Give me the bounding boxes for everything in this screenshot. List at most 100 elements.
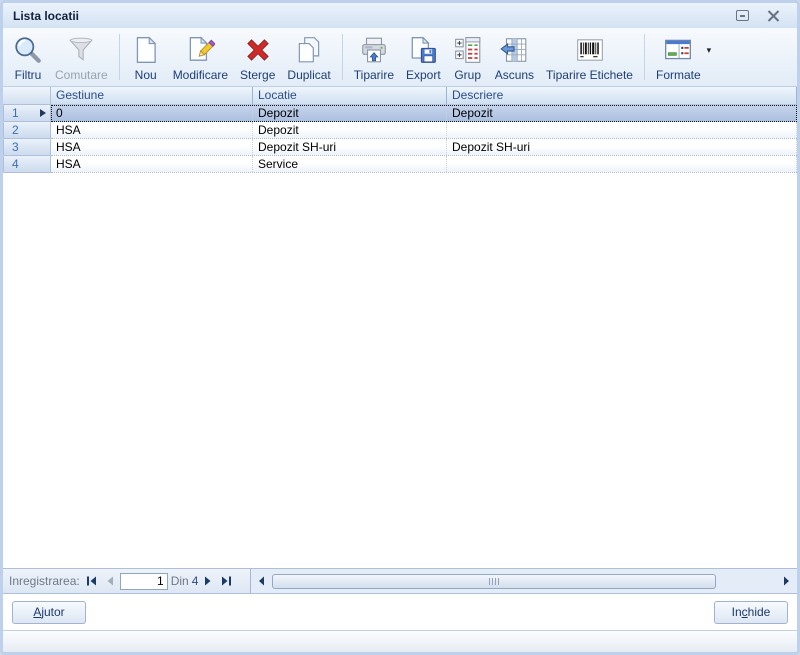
row-header[interactable]: 4 [3,156,51,173]
toolbar-button-ascuns[interactable]: Ascuns [489,30,540,85]
toolbar-button-nou[interactable]: Nou [125,30,167,85]
current-row-arrow-icon [40,109,46,117]
cell-gestiune[interactable]: HSA [51,122,253,138]
cell-gestiune[interactable]: HSA [51,139,253,155]
row-header[interactable]: 3 [3,139,51,156]
row-cells: HSADepozit [51,122,797,139]
first-record-icon [86,576,97,586]
column-header-gestiune[interactable]: Gestiune [51,87,253,105]
table-row[interactable]: 3HSADepozit SH-uriDepozit SH-uri [3,139,797,156]
toolbar-separator [342,34,343,80]
duplicate-pages-icon [294,34,324,66]
table-row[interactable]: 4 HSAService [3,156,797,173]
previous-record-button[interactable] [103,574,117,588]
column-header-locatie[interactable]: Locatie [253,87,447,105]
toolbar-button-export[interactable]: Export [400,30,447,85]
grid-empty-area [3,173,797,568]
toolbar-separator [644,34,645,80]
close-button[interactable] [766,9,781,22]
row-header[interactable]: 2 [3,122,51,139]
scroll-left-button[interactable] [254,574,269,588]
edit-document-icon [185,34,215,66]
hidden-columns-icon [499,34,529,66]
toolbar-button-formate[interactable]: Formate [650,30,707,85]
row-number: 4 [12,157,19,172]
scroll-left-icon [258,576,265,586]
funnel-icon [66,34,96,66]
toolbar-separator [119,34,120,80]
barcode-icon [575,34,605,66]
status-strip [3,631,797,652]
column-header-descriere[interactable]: Descriere [447,87,797,105]
group-rows-icon [453,34,483,66]
toolbar-button-label: Tiparire [354,68,394,82]
printer-icon [359,34,389,66]
magnifier-icon [13,34,43,66]
close-icon [767,10,780,22]
cell-gestiune[interactable]: HSA [51,156,253,172]
cell-locatie[interactable]: Service [253,156,447,172]
formats-panel-icon [663,34,693,66]
row-header[interactable]: 1 [3,105,51,122]
record-navigator-label: Inregistrarea: [9,574,80,588]
current-record-input[interactable] [120,573,168,590]
cell-descriere[interactable] [447,122,797,138]
row-cells: HSADepozit SH-uriDepozit SH-uri [51,139,797,156]
grid-header: GestiuneLocatieDescriere [3,87,797,105]
toolbar-button-label: Export [406,68,441,82]
toolbar-button-label: Sterge [240,68,275,82]
scroll-right-button[interactable] [779,574,794,588]
toolbar: Filtru Comutare Nou Modificare Sterge Duplica… [3,28,797,87]
toolbar-button-label: Comutare [55,68,108,82]
lista-locatii-window: Lista locatii Filtru Comutare Nou Modificar… [0,0,800,655]
next-record-icon [204,576,212,586]
toolbar-button-comutare[interactable]: Comutare [49,30,114,85]
titlebar: Lista locatii [3,3,797,28]
row-cells: 0DepozitDepozit [51,105,797,122]
record-navigator: Inregistrarea: Din 4 [3,569,251,593]
last-record-button[interactable] [218,574,235,588]
cell-locatie[interactable]: Depozit [253,122,447,138]
help-button[interactable]: Ajutor [12,601,86,624]
window-controls [735,9,787,22]
cell-descriere[interactable]: Depozit SH-uri [447,139,797,155]
cell-locatie[interactable]: Depozit [253,105,447,121]
record-count-of-label: Din [171,574,189,588]
cell-gestiune[interactable]: 0 [51,105,253,121]
scrollbar-track[interactable] [272,574,776,589]
grid-rows: 10DepozitDepozit2HSADepozit3HSADepozit S… [3,105,797,173]
toolbar-button-tiparire-etichete[interactable]: Tiparire Etichete [540,30,639,85]
next-record-button[interactable] [201,574,215,588]
row-number: 3 [12,140,19,155]
table-row[interactable]: 10DepozitDepozit [3,105,797,122]
toolbar-button-label: Ascuns [495,68,534,82]
cell-descriere[interactable] [447,156,797,172]
first-record-button[interactable] [83,574,100,588]
new-document-icon [131,34,161,66]
close-window-button[interactable]: Inchide [714,601,788,624]
cell-locatie[interactable]: Depozit SH-uri [253,139,447,155]
toolbar-button-label: Duplicat [287,68,330,82]
toolbar-button-sterge[interactable]: Sterge [234,30,281,85]
record-count-total: 4 [192,574,199,588]
toolbar-button-label: Grup [454,68,481,82]
toolbar-button-filtru[interactable]: Filtru [7,30,49,85]
toolbar-button-grup[interactable]: Grup [447,30,489,85]
toolbar-button-duplicat[interactable]: Duplicat [281,30,336,85]
horizontal-scrollbar [251,569,797,593]
locations-grid: GestiuneLocatieDescriere 10DepozitDepozi… [3,87,797,568]
toolbar-button-tiparire[interactable]: Tiparire [348,30,400,85]
toolbar-button-label: Formate [656,68,701,82]
toolbar-button-label: Modificare [173,68,228,82]
table-row[interactable]: 2 HSADepozit [3,122,797,139]
scrollbar-thumb[interactable] [272,574,716,589]
restore-button[interactable] [735,9,750,22]
cell-descriere[interactable]: Depozit [447,105,797,121]
last-record-icon [221,576,232,586]
toolbar-button-label: Filtru [15,68,42,82]
toolbar-button-modificare[interactable]: Modificare [167,30,234,85]
formate-dropdown-arrow[interactable]: ▾ [707,30,718,85]
footer-bar: Ajutor Inchide [3,594,797,631]
row-number: 2 [12,123,19,138]
row-cells: HSAService [51,156,797,173]
